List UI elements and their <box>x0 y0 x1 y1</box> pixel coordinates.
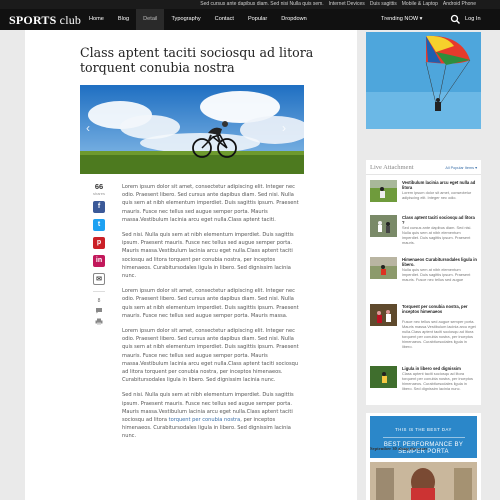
best-day-divider <box>382 437 465 438</box>
twitter-share-button[interactable]: t <box>93 219 105 231</box>
article-paragraph: Sed nisi. Nulla quis sem at nibh element… <box>122 232 294 280</box>
logo-bold-text: SPORTS <box>9 13 57 27</box>
article-paragraph: Sed nisi. Nulla quis sem at nibh element… <box>122 391 300 440</box>
nav-menu: Home Blog Detail Typography Contact Popu… <box>82 9 314 30</box>
list-item-title[interactable]: Himenaeos Curabitursodales ligula in lib… <box>402 257 478 267</box>
article-body: Lorem ipsum dolor sit amet, consectetur … <box>122 183 300 448</box>
widget-title: Live Attachment <box>370 164 414 171</box>
widget-divider <box>366 174 481 175</box>
top-link-internet-devices[interactable]: Internet Devices <box>329 0 365 9</box>
hero-prev-arrow[interactable]: ‹ <box>83 121 93 135</box>
article-paragraph: Lorem ipsum dolor sit amet, consectetur … <box>122 288 299 319</box>
nav-item-typography[interactable]: Typography <box>164 9 207 30</box>
top-link-mobile-laptop[interactable]: Mobile & Laptop <box>402 0 438 9</box>
latest-attachment-widget: Live Attachment All Popular Items ▾ Vest… <box>366 160 481 405</box>
nav-item-detail[interactable]: Detail <box>136 9 165 30</box>
sidebar-image-runner <box>366 458 481 500</box>
comment-count: 8 <box>97 298 101 304</box>
nav-item-dropdown[interactable]: Dropdown <box>274 9 314 30</box>
thumbnail-image <box>370 366 397 388</box>
facebook-share-button[interactable]: f <box>93 201 105 213</box>
main-navbar: SPORTS club Home Blog Detail Typography … <box>0 9 500 30</box>
logo-rest-text: club <box>56 13 82 27</box>
linkedin-icon: in <box>95 257 103 264</box>
list-item-title[interactable]: Vestibulum lacinia arcu eget nulla ad li… <box>402 180 478 190</box>
top-utility-bar: Sed cursus ante dapibus diam. Sed nisi N… <box>0 0 500 9</box>
twitter-icon: t <box>97 221 101 228</box>
comment-icon[interactable] <box>95 307 103 314</box>
article-paragraph: Lorem ipsum dolor sit amet, consectetur … <box>122 328 299 384</box>
linkedin-share-button[interactable]: in <box>93 255 105 267</box>
article-card: Class aptent taciti sociosqu ad litora t… <box>25 30 357 500</box>
list-item-excerpt: Nulla quis sem at nibh elementum imperdi… <box>402 267 471 282</box>
sidebar-image-art <box>366 32 481 129</box>
email-share-button[interactable]: ✉ <box>93 273 105 285</box>
search-icon[interactable] <box>450 14 461 25</box>
list-item-excerpt: Sed cursus ante dapibus diam. Sed nisi. … <box>402 225 472 245</box>
sidebar: Live Attachment All Popular Items ▾ Vest… <box>364 30 482 500</box>
top-link-android-phone[interactable]: Android Phone <box>443 0 476 9</box>
thumbnail-image <box>370 215 397 237</box>
september-heading: September 30 along the years <box>370 446 428 451</box>
top-link-duis-sagittis[interactable]: Duis sagittis <box>370 0 397 9</box>
top-links: Sed cursus ante dapibus diam. Sed nisi N… <box>200 0 476 9</box>
inline-link[interactable]: torquent per conubia nostra <box>169 417 241 423</box>
trending-now-dropdown[interactable]: Trending NOW ▾ <box>381 9 422 30</box>
thumbnail-image <box>370 304 397 326</box>
runner-image-art <box>370 462 477 500</box>
best-day-box[interactable]: THIS IS THE BEST DAY BEST PERFORMANCE BY… <box>370 416 477 464</box>
hero-image-art <box>80 85 304 174</box>
nav-item-blog[interactable]: Blog <box>111 9 136 30</box>
facebook-icon: f <box>97 203 101 210</box>
hero-next-arrow[interactable]: › <box>279 121 289 135</box>
nav-item-contact[interactable]: Contact <box>208 9 241 30</box>
category-dropdown[interactable]: All Popular Items ▾ <box>445 165 477 170</box>
share-count: 66 <box>94 182 104 191</box>
list-item-excerpt: Fusce nec tellus sed augue semper porta.… <box>402 319 476 349</box>
share-divider <box>93 291 105 292</box>
pinterest-share-button[interactable]: p <box>93 237 105 249</box>
pinterest-icon: p <box>96 239 102 246</box>
top-link-ticker[interactable]: Sed cursus ante dapibus diam. Sed nisi N… <box>200 0 323 9</box>
share-column: 66 shares f t p in ✉ 8 <box>89 182 109 325</box>
hero-image-cyclist: ‹ › <box>80 85 304 174</box>
list-item-excerpt: Class aptent taciti sociosqu ad litora t… <box>402 371 473 391</box>
nav-item-home[interactable]: Home <box>82 9 111 30</box>
share-count-label: shares <box>92 191 105 196</box>
article-paragraph: Lorem ipsum dolor sit amet, consectetur … <box>122 184 299 223</box>
site-logo[interactable]: SPORTS club <box>9 13 81 28</box>
list-item-title[interactable]: Class aptent taciti sociosqu ad litora ? <box>402 215 478 225</box>
sidebar-image-parasail <box>366 32 481 129</box>
nav-item-popular[interactable]: Popular <box>241 9 274 30</box>
print-icon[interactable] <box>95 318 103 325</box>
email-icon: ✉ <box>96 276 102 283</box>
list-item-title[interactable]: Torquent per conubia nostra, per incepto… <box>402 304 478 314</box>
best-day-kicker: THIS IS THE BEST DAY <box>395 427 452 432</box>
list-item-excerpt: Lorem ipsum dolor sit amet, consectetur … <box>402 190 472 200</box>
login-link[interactable]: Log In <box>465 9 481 30</box>
thumbnail-image <box>370 257 397 279</box>
thumbnail-image <box>370 180 397 202</box>
article-title: Class aptent taciti sociosqu ad litora t… <box>80 45 314 75</box>
